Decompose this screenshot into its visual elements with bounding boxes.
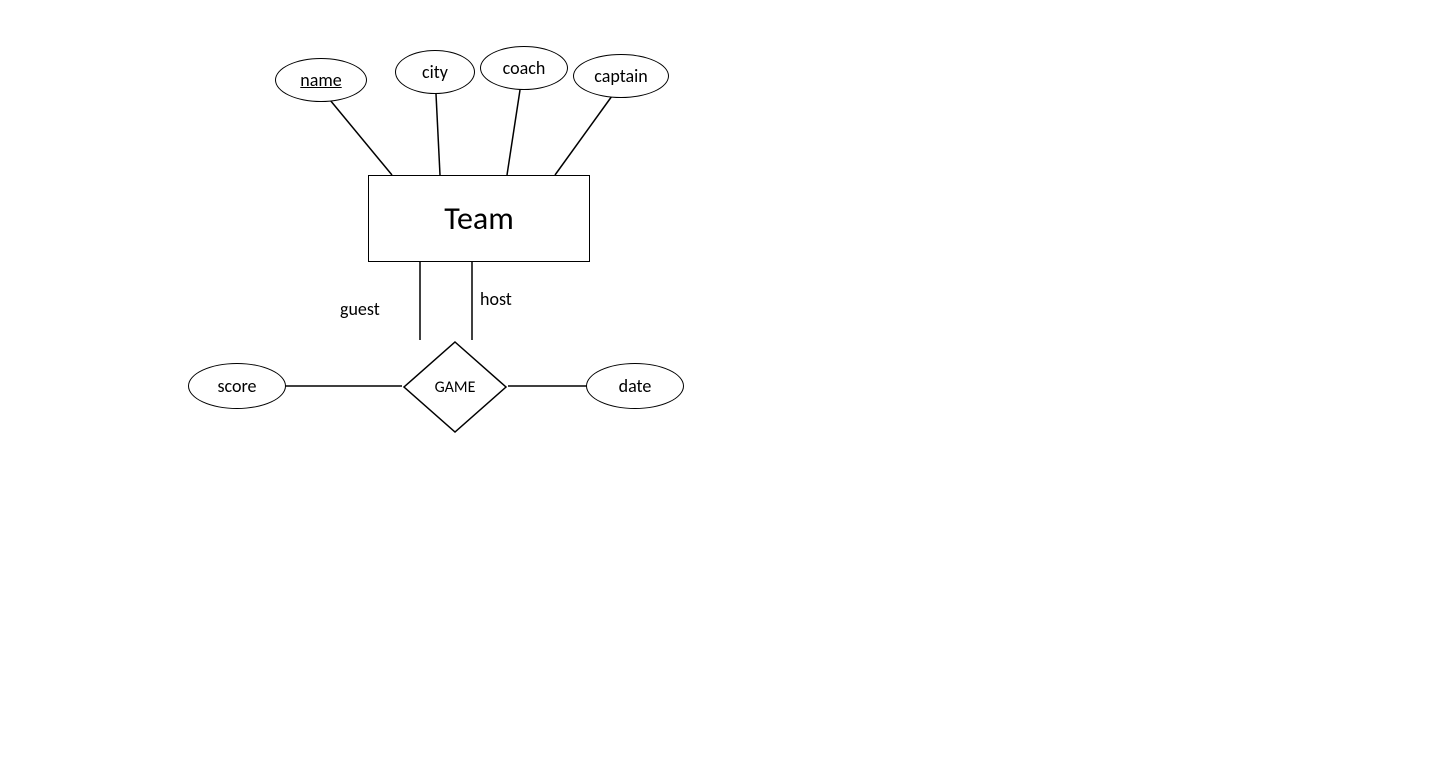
attribute-city-label: city [422,61,448,83]
er-diagram: name city coach captain Team guest host … [0,0,1444,784]
relationship-game: GAME [402,340,508,434]
attribute-date: date [586,363,684,409]
relationship-game-label: GAME [435,378,476,397]
attribute-score-label: score [218,375,257,397]
attribute-name: name [275,58,367,102]
attribute-name-label: name [300,69,341,91]
attribute-coach: coach [480,46,568,90]
attribute-coach-label: coach [503,57,546,79]
role-guest: guest [340,298,380,320]
entity-team: Team [368,175,590,262]
entity-team-label: Team [444,199,514,238]
role-host: host [480,288,512,310]
attribute-captain: captain [573,54,669,98]
attribute-city: city [395,50,475,94]
attribute-score: score [188,363,286,409]
attribute-captain-label: captain [594,65,647,87]
attribute-date-label: date [619,375,652,397]
